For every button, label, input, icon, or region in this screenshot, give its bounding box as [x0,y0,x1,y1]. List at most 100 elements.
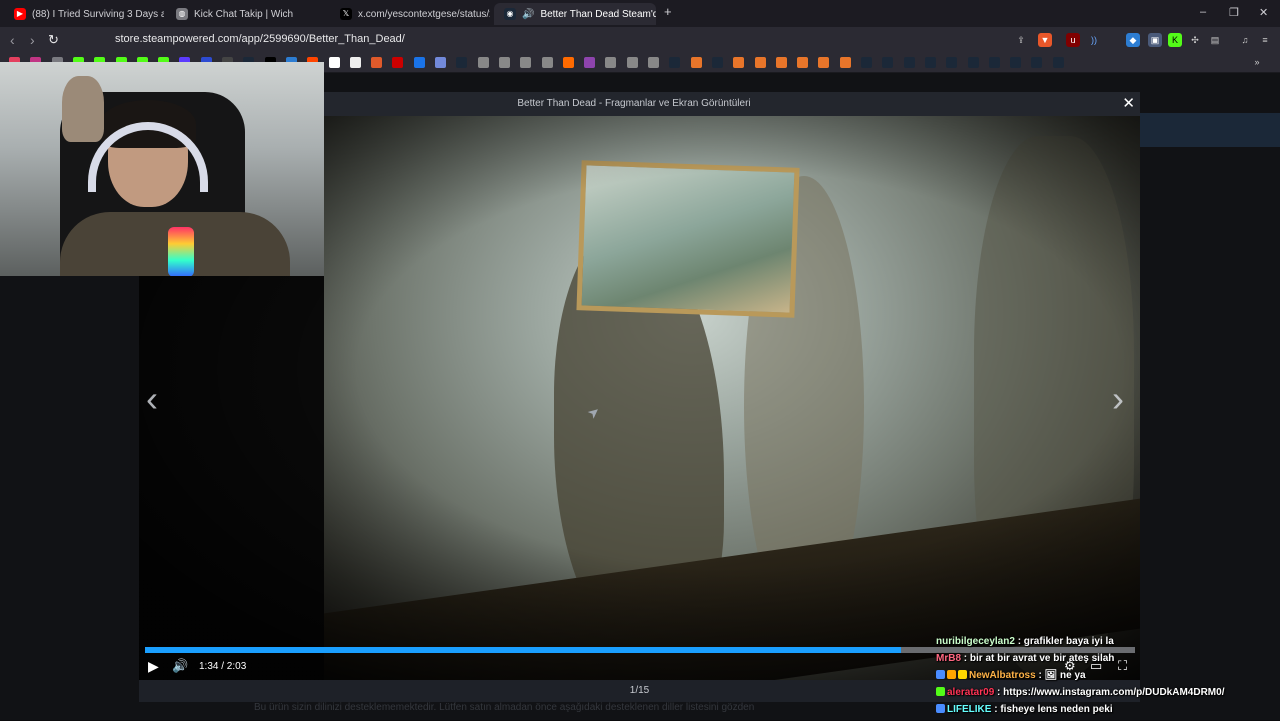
chat-text: : bir at bir avrat ve bir ateş silah [961,653,1115,664]
bookmark-icon[interactable] [669,57,681,68]
chat-username: LIFELIKE [947,704,992,715]
bookmark-icon[interactable] [967,57,979,68]
bookmark-icon[interactable] [520,57,532,68]
tab-title: Kick Chat Takip | Wich [194,8,294,20]
bookmark-icon[interactable] [711,57,723,68]
bookmark-icon[interactable] [818,57,830,68]
steam-icon: ◉ [504,8,516,20]
bookmark-icon[interactable] [498,57,510,68]
chat-text: : 🖼 ne ya [1035,670,1086,681]
tab-title: x.com/yescontextgese/status/20136 [358,8,490,20]
bookmark-icon[interactable] [754,57,766,68]
chat-text: : fisheye lens neden peki [991,704,1113,715]
bookmark-icon[interactable] [946,57,958,68]
bookmark-icon[interactable] [1010,57,1022,68]
globe-icon: ◍ [176,8,188,20]
music-icon[interactable]: ♫ [1238,33,1252,47]
bookmark-icon[interactable] [648,57,659,68]
bookmark-icon[interactable] [861,57,872,68]
chat-message: NewAlbatross : 🖼 ne ya [936,670,1280,687]
steam-header-strip [1140,113,1280,147]
extension-icon[interactable]: )) [1087,33,1101,47]
bookmark-icon[interactable] [584,57,596,68]
stream-chat-overlay: nuribilgeceylan2 : grafikler baya iyi la… [936,636,1280,721]
bookmark-icon[interactable] [328,57,340,68]
modal-title: Better Than Dead - Fragmanlar ve Ekran G… [517,98,751,109]
bookmark-icon[interactable] [456,57,468,68]
ublock-icon[interactable]: u [1066,33,1080,47]
forward-icon[interactable]: › [30,32,35,48]
bookmark-icon[interactable] [477,57,489,68]
bookmark-icon[interactable] [562,57,574,68]
bookmark-icon[interactable] [541,57,553,68]
new-tab-button[interactable]: + [664,4,672,19]
address-bar-row: ‹ › ↻ store.steampowered.com/app/2599690… [0,27,1280,53]
more-bookmarks-icon[interactable]: » [1250,55,1264,69]
minimize-button[interactable]: – [1200,6,1206,18]
bookmark-icon[interactable] [690,57,702,68]
bookmark-icon[interactable] [839,57,851,68]
kick-extension-icon[interactable]: K [1168,33,1182,47]
extension-icon[interactable]: ▣ [1148,33,1162,47]
puzzle-icon[interactable]: ✣ [1188,33,1202,47]
brave-shield-icon[interactable]: ▼ [1038,33,1052,47]
bookmark-icon[interactable] [882,57,894,68]
chat-message: MrB8 : bir at bir avrat ve bir ateş sila… [936,653,1280,670]
speaker-icon: 🔊 [522,8,535,20]
bookmark-icon[interactable] [1031,57,1043,68]
bookmark-icon[interactable] [435,57,446,68]
bookmark-icon[interactable] [349,57,361,68]
modal-close-button[interactable]: ✕ [1122,94,1135,112]
chat-badge-icon [958,670,967,679]
menu-icon[interactable]: ≡ [1258,33,1272,47]
chat-message: nuribilgeceylan2 : grafikler baya iyi la [936,636,1280,653]
bookmark-icon[interactable] [1052,57,1064,68]
volume-icon[interactable]: 🔊 [172,658,188,674]
url-field[interactable]: store.steampowered.com/app/2599690/Bette… [115,33,405,45]
tab-x-status[interactable]: 𝕏 x.com/yescontextgese/status/20136 [330,3,490,25]
back-icon[interactable]: ‹ [10,32,15,48]
bookmark-icon[interactable] [626,57,638,68]
chat-text: : grafikler baya iyi la [1014,636,1114,647]
video-time: 1:34 / 2:03 [199,661,247,672]
tab-kick-chat[interactable]: ◍ Kick Chat Takip | Wich [166,3,328,25]
tab-bar: ▶ (88) I Tried Surviving 3 Days at the S… [0,0,1280,27]
close-window-button[interactable]: ✕ [1259,6,1268,19]
bookmark-icon[interactable] [605,57,617,68]
play-button[interactable]: ▶ [148,658,159,675]
bookmark-icon[interactable] [392,57,404,68]
extension-icon[interactable]: ◆ [1126,33,1140,47]
share-icon[interactable]: ⇪ [1014,33,1028,47]
bookmark-icon[interactable] [371,57,383,68]
bookmark-icon[interactable] [903,57,915,68]
chat-badge-icon [936,687,945,696]
youtube-icon: ▶ [14,8,26,20]
next-media-button[interactable]: › [1112,378,1124,420]
bookmark-icon[interactable] [413,57,425,68]
bookmark-icon[interactable] [988,57,1000,68]
bookmark-icon[interactable] [797,57,809,68]
streamer-webcam [0,62,324,276]
video-progress-fill [145,647,902,653]
maximize-button[interactable]: ❐ [1229,6,1239,19]
reload-icon[interactable]: ↻ [48,32,59,48]
language-notice: Bu ürün sizin dilinizi desteklememektedi… [254,702,755,713]
tab-title: (88) I Tried Surviving 3 Days at the S.T [32,8,164,20]
previous-media-button[interactable]: ‹ [146,378,158,420]
x-icon: 𝕏 [340,8,352,20]
bookmark-icon[interactable] [924,57,936,68]
chat-message: LIFELIKE : fisheye lens neden peki [936,704,1280,721]
bookmark-icon[interactable] [775,57,787,68]
chat-text: : https://www.instagram.com/p/DUDkAM4DRM… [994,687,1225,698]
tab-youtube[interactable]: ▶ (88) I Tried Surviving 3 Days at the S… [4,3,164,25]
tab-steam[interactable]: ◉ 🔊 Better Than Dead Steam'de ✕ [494,3,656,25]
bookmark-icon[interactable] [733,57,745,68]
chat-badge-icon [936,704,945,713]
chat-badge-icon [936,670,945,679]
chat-message: aleratar09 : https://www.instagram.com/p… [936,687,1280,704]
chat-username: NewAlbatross [969,670,1036,681]
media-modal-header: Better Than Dead - Fragmanlar ve Ekran G… [324,92,1140,116]
tab-title: Better Than Dead Steam'de [540,8,656,20]
rgb-microphone [168,227,194,276]
sidebar-icon[interactable]: ▤ [1208,33,1222,47]
